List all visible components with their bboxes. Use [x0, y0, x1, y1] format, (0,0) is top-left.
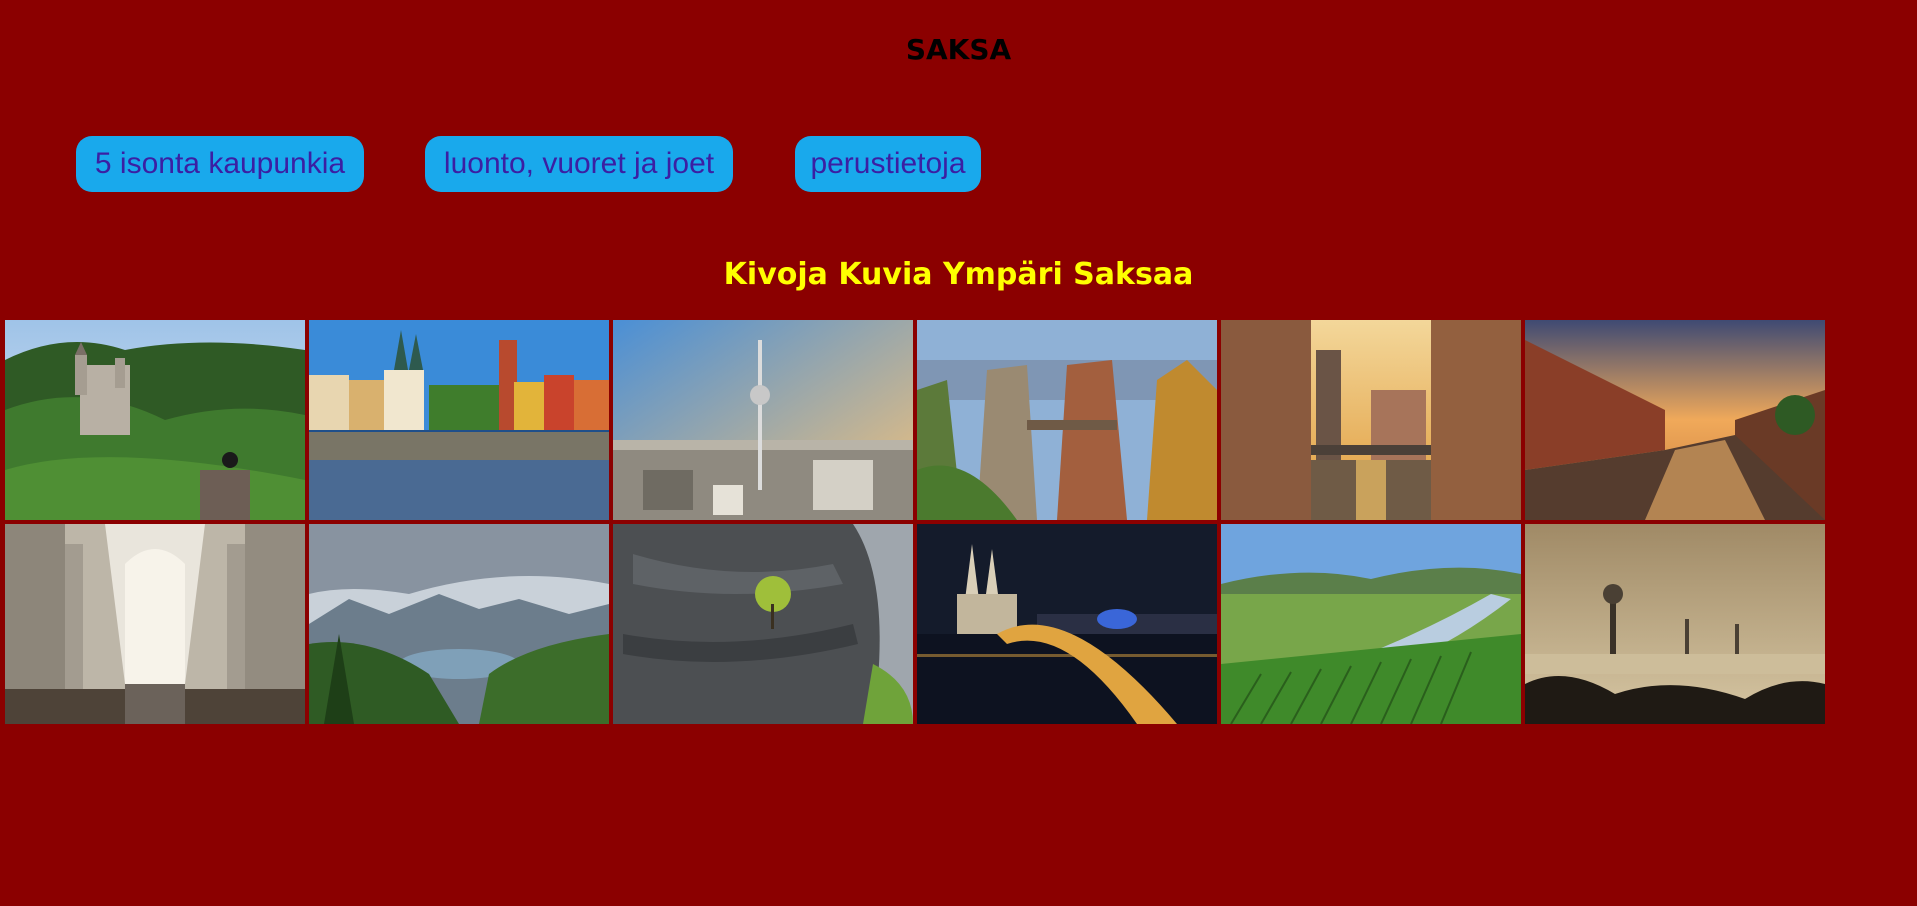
industrial-landscape-image	[1525, 524, 1825, 724]
rock-bridge-image	[917, 320, 1217, 520]
brick-canal-image	[1525, 320, 1825, 520]
gallery-heading: Kivoja Kuvia Ympäri Saksaa	[723, 257, 1194, 292]
photo-warehouse-canal-sunset[interactable]	[1221, 320, 1521, 520]
photo-brick-warehouses-canal[interactable]	[1525, 320, 1825, 520]
cathedral-interior-image	[5, 524, 305, 724]
photo-cathedral-bridge-night[interactable]	[917, 524, 1217, 724]
photo-river-vineyards[interactable]	[1221, 524, 1521, 724]
river-vineyards-image	[1221, 524, 1521, 724]
night-cityscape-image	[917, 524, 1217, 724]
photo-rock-cliff-tree[interactable]	[613, 524, 913, 724]
photo-industrial-smog-landscape[interactable]	[1525, 524, 1825, 724]
photo-gallery	[5, 320, 1829, 724]
nav-button-nature[interactable]: luonto, vuoret ja joet	[425, 136, 733, 192]
photo-cathedral-interior[interactable]	[5, 524, 305, 724]
photo-sandstone-rock-bridge[interactable]	[917, 320, 1217, 520]
page-title: SAKSA	[905, 33, 1012, 66]
nav-button-cities[interactable]: 5 isonta kaupunkia	[76, 136, 364, 192]
rock-cliff-image	[613, 524, 913, 724]
photo-alpine-lake-mountains[interactable]	[309, 524, 609, 724]
photo-tv-tower-city[interactable]	[613, 320, 913, 520]
photo-castle-in-forest[interactable]	[5, 320, 305, 520]
old-town-image	[309, 320, 609, 520]
page: SAKSA 5 isonta kaupunkia luonto, vuoret …	[0, 0, 1917, 906]
alpine-lake-image	[309, 524, 609, 724]
warehouse-canal-image	[1221, 320, 1521, 520]
photo-old-town-waterfront[interactable]	[309, 320, 609, 520]
castle-forest-image	[5, 320, 305, 520]
nav-button-basics[interactable]: perustietoja	[795, 136, 981, 192]
tv-tower-image	[613, 320, 913, 520]
